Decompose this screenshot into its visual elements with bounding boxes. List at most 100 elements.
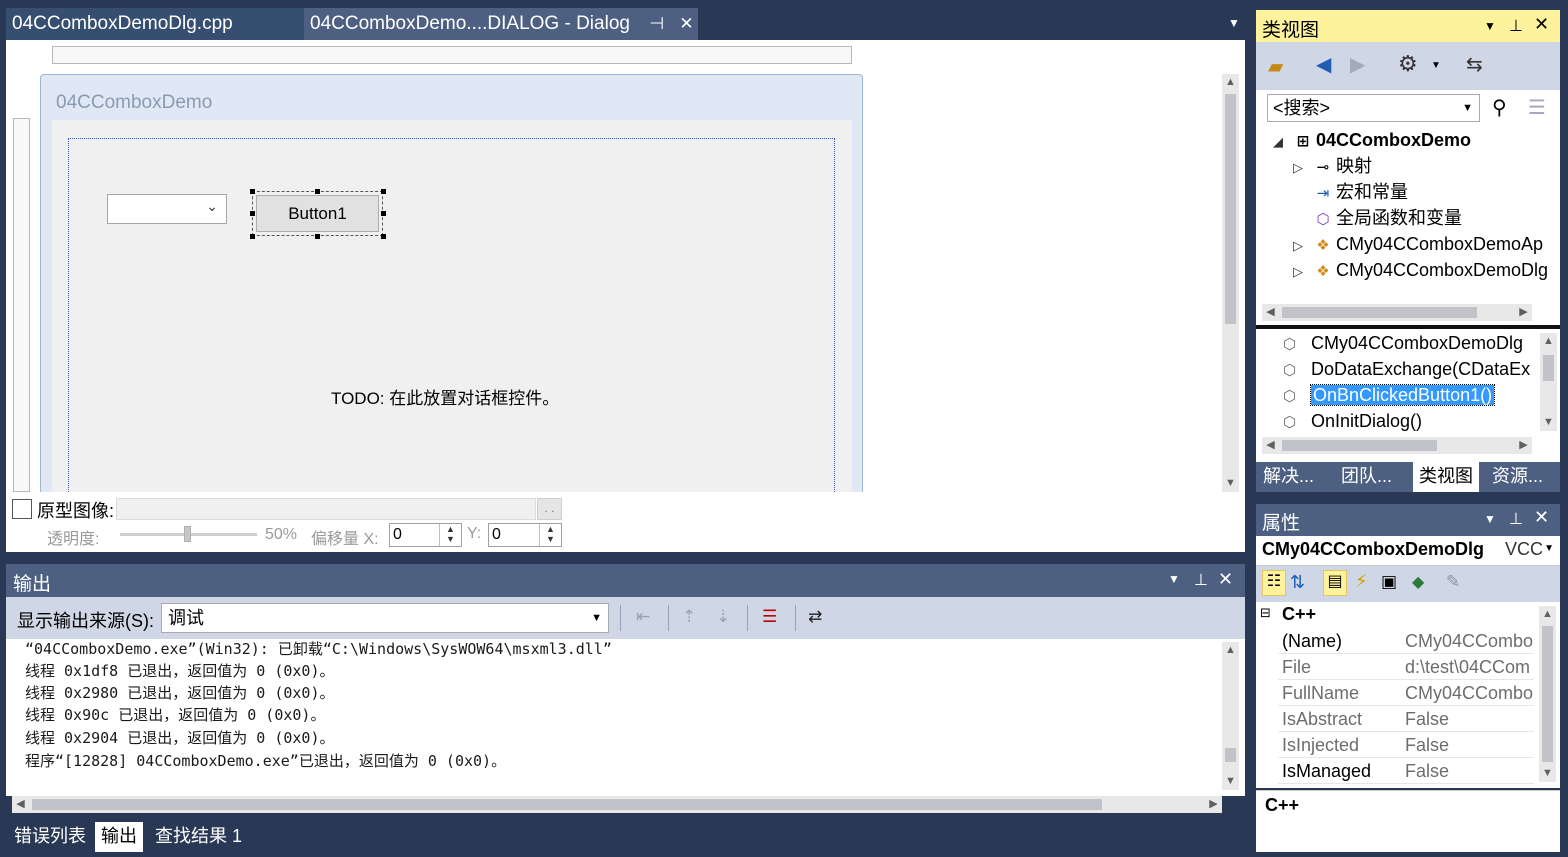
sync-icon[interactable]: ⇆ (1466, 52, 1483, 77)
tab-dialog-resource[interactable]: 04CComboxDemo....DIALOG - Dialog ⊣ ✕ (304, 8, 698, 40)
scroll-thumb[interactable] (32, 799, 1102, 810)
word-wrap-icon[interactable]: ⇄ (808, 607, 822, 627)
tree-item-app-class[interactable]: ▷ ❖ CMy04CComboxDemoAp (1286, 231, 1543, 257)
tab-team-explorer[interactable]: 团队... (1335, 462, 1398, 492)
resize-handle[interactable] (315, 189, 320, 194)
scroll-thumb[interactable] (1543, 355, 1554, 381)
scroll-thumb[interactable] (1225, 748, 1236, 762)
close-icon[interactable]: ✕ (679, 8, 693, 40)
member-oninitdialog[interactable]: ⬡ OnInitDialog() (1283, 408, 1422, 434)
resize-handle[interactable] (250, 211, 255, 216)
forward-icon[interactable]: ▶ (1350, 52, 1365, 77)
pin-icon[interactable]: ⊥ (1194, 570, 1208, 590)
scroll-up-icon[interactable]: ▲ (1540, 333, 1557, 350)
property-row[interactable]: IsAbstract False (1278, 706, 1534, 732)
class-view-search-input[interactable]: <搜索> ▼ (1267, 94, 1480, 122)
scroll-down-icon[interactable]: ▼ (1540, 414, 1557, 431)
resize-handle[interactable] (250, 189, 255, 194)
tree-item-project[interactable]: ◢ ⊞ 04CComboxDemo (1266, 127, 1471, 153)
spin-arrows-icon[interactable]: ▲ ▼ (539, 524, 561, 546)
tab-error-list[interactable]: 错误列表 (8, 822, 92, 852)
scroll-left-icon[interactable]: ◀ (1262, 304, 1279, 321)
scroll-down-icon[interactable]: ▼ (1539, 765, 1556, 782)
scroll-right-icon[interactable]: ▶ (1205, 796, 1222, 813)
designer-vscrollbar[interactable]: ▲ ▼ (1222, 74, 1239, 492)
scroll-thumb[interactable] (1282, 440, 1437, 451)
member-dodataexchange[interactable]: ⬡ DoDataExchange(CDataEx (1283, 356, 1541, 382)
dropdown-icon[interactable]: ▼ (1484, 19, 1496, 33)
scroll-down-icon[interactable]: ▼ (1222, 475, 1239, 492)
offset-x-spinner[interactable]: 0 ▲ ▼ (389, 523, 462, 547)
property-pages-icon[interactable]: ✎ (1446, 572, 1460, 592)
prototype-browse-button[interactable]: . . (537, 498, 562, 520)
resize-handle[interactable] (315, 234, 320, 239)
back-icon[interactable]: ◀ (1316, 52, 1331, 77)
events-icon[interactable]: ⚡ (1355, 571, 1368, 592)
members-hscrollbar[interactable]: ◀ ▶ (1262, 437, 1532, 454)
tree-hscrollbar[interactable]: ◀ ▶ (1262, 304, 1532, 321)
offset-y-spinner[interactable]: 0 ▲ ▼ (488, 523, 562, 547)
spin-arrows-icon[interactable]: ▲ ▼ (439, 524, 461, 546)
tab-resource-view[interactable]: 资源... (1486, 462, 1549, 492)
prototype-path-input[interactable] (116, 498, 536, 520)
settings-gear-icon[interactable]: ⚙ (1398, 51, 1418, 77)
output-vscrollbar[interactable]: ▲ ▼ (1222, 642, 1239, 790)
pin-icon[interactable]: ⊣ (649, 8, 664, 40)
member-onbnclickedbutton1[interactable]: ⬡ OnBnClickedButton1() (1283, 382, 1496, 408)
todo-static-text[interactable]: TODO: 在此放置对话框控件。 (331, 384, 559, 409)
tree-item-globals[interactable]: ⬡ 全局函数和变量 (1286, 205, 1462, 231)
resize-handle[interactable] (381, 189, 386, 194)
prototype-checkbox[interactable] (12, 499, 32, 519)
collapse-icon[interactable]: ◢ (1266, 129, 1290, 155)
property-row[interactable]: (Name) CMy04CCombo (1278, 628, 1534, 654)
properties-icon[interactable]: ▤ (1323, 570, 1347, 596)
member-constructor[interactable]: ⬡ CMy04CComboxDemoDlg (1283, 330, 1541, 356)
scroll-up-icon[interactable]: ▲ (1222, 74, 1239, 91)
clear-all-icon[interactable]: ☰ (762, 607, 777, 627)
close-icon[interactable]: ✕ (1534, 14, 1549, 35)
scroll-right-icon[interactable]: ▶ (1515, 304, 1532, 321)
search-icon[interactable]: ⚲ (1492, 95, 1507, 120)
resize-handle[interactable] (381, 234, 386, 239)
expand-icon[interactable]: ▷ (1286, 155, 1310, 181)
class-view-splitter[interactable] (1256, 325, 1560, 329)
tab-class-view[interactable]: 类视图 (1413, 462, 1479, 492)
tree-item-macros[interactable]: ⇥ 宏和常量 (1286, 179, 1408, 205)
scroll-up-icon[interactable]: ▲ (1539, 606, 1556, 623)
tab-solution-explorer[interactable]: 解决... (1257, 462, 1320, 492)
tab-find-results[interactable]: 查找结果 1 (149, 822, 248, 852)
resize-handle[interactable] (381, 211, 386, 216)
scroll-thumb[interactable] (1282, 307, 1477, 318)
scroll-up-icon[interactable]: ▲ (1222, 642, 1239, 659)
find-in-code-icon[interactable]: ⇤ (636, 607, 650, 627)
tab-dlg-cpp[interactable]: 04CComboxDemoDlg.cpp (6, 8, 304, 40)
properties-object-select[interactable]: CMy04CComboxDemoDlg VCC ▼ (1256, 536, 1560, 566)
tree-item-dlg-class[interactable]: ▷ ❖ CMy04CComboxDemoDlg (1286, 257, 1560, 283)
property-row[interactable]: IsInjected False (1278, 732, 1534, 758)
members-vscrollbar[interactable]: ▲ ▼ (1540, 333, 1557, 431)
scroll-left-icon[interactable]: ◀ (1262, 437, 1279, 454)
previous-message-icon[interactable]: ⇡ (682, 607, 696, 627)
expand-icon[interactable]: ▷ (1286, 259, 1310, 283)
pin-icon[interactable]: ⊥ (1509, 509, 1523, 529)
tab-dropdown-icon[interactable]: ▼ (1228, 16, 1240, 30)
combobox-control[interactable]: ⌄ (107, 194, 227, 224)
tab-output[interactable]: 输出 (95, 822, 143, 852)
scroll-left-icon[interactable]: ◀ (12, 796, 29, 813)
categorized-icon[interactable]: ☷ (1262, 570, 1286, 596)
property-row[interactable]: IsManaged False (1278, 758, 1534, 784)
chevron-down-icon[interactable]: ▼ (1431, 60, 1441, 71)
collapse-icon[interactable]: ⊟ (1260, 605, 1271, 621)
next-message-icon[interactable]: ⇣ (716, 607, 730, 627)
scroll-thumb[interactable] (1542, 626, 1553, 762)
new-folder-icon[interactable]: ▰ (1268, 54, 1283, 79)
property-row[interactable]: FullName CMy04CCombo (1278, 680, 1534, 706)
output-source-select[interactable]: 调试 ▼ (161, 603, 609, 633)
messages-icon[interactable]: ▣ (1381, 572, 1397, 592)
output-hscrollbar[interactable]: ◀ ▶ (12, 796, 1222, 813)
overrides-icon[interactable]: ◆ (1412, 572, 1424, 592)
tree-item-maps[interactable]: ▷ ⊸ 映射 (1286, 153, 1372, 179)
dropdown-icon[interactable]: ▼ (1484, 512, 1496, 526)
alphabetical-icon[interactable]: ⇅ (1290, 572, 1305, 593)
properties-vscrollbar[interactable]: ▲ ▼ (1539, 606, 1556, 782)
